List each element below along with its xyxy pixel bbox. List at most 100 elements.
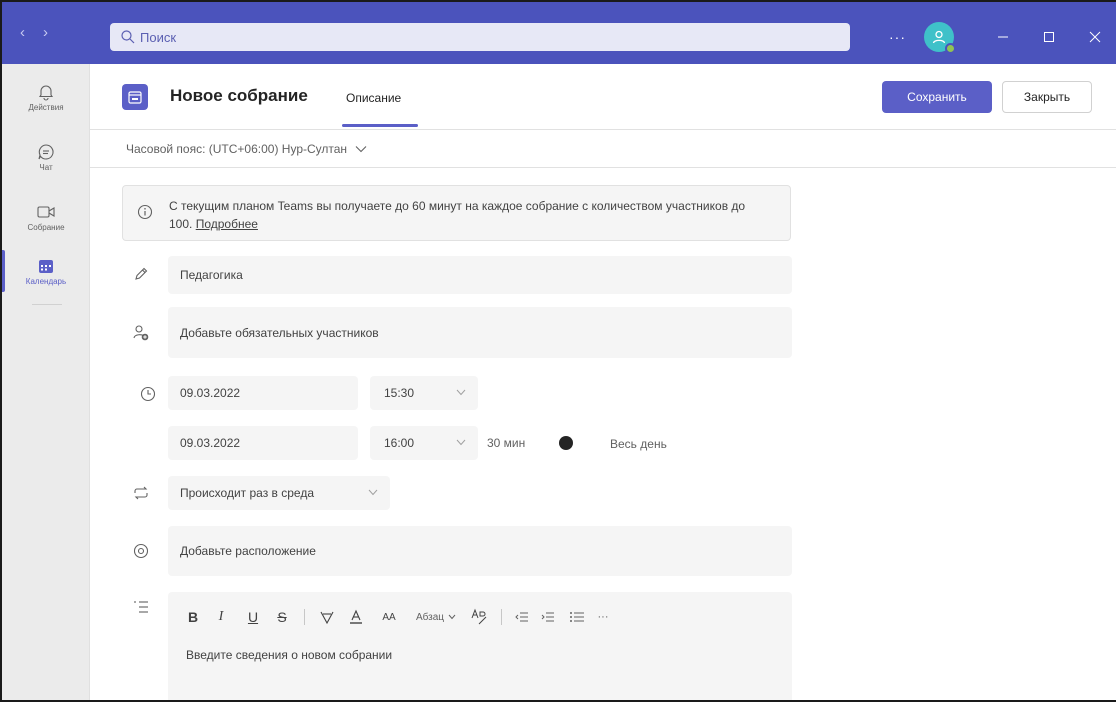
pencil-icon — [132, 265, 150, 283]
video-icon — [37, 205, 55, 218]
location-input[interactable]: Добавьте расположение — [168, 526, 792, 576]
start-time-value: 15:30 — [384, 386, 415, 400]
minimize-button[interactable] — [980, 17, 1026, 57]
forward-icon[interactable]: › — [43, 24, 48, 41]
start-time-dropdown[interactable]: 15:30 — [370, 376, 478, 410]
avatar[interactable] — [924, 22, 956, 54]
close-icon — [1089, 31, 1101, 43]
clear-format-icon — [471, 608, 487, 625]
plan-info-banner: С текущим планом Teams вы получаете до 6… — [122, 185, 791, 241]
paragraph-dropdown[interactable]: Абзац — [407, 606, 465, 628]
attendees-input[interactable]: Добавьте обязательных участников — [168, 307, 792, 358]
back-icon[interactable]: ‹ — [20, 24, 25, 41]
calendar-badge-icon — [122, 84, 148, 110]
all-day-toggle[interactable] — [556, 433, 598, 453]
title-bar-right: ··· — [889, 17, 1116, 57]
app-rail: Действия Чат Собрание Календарь — [2, 64, 90, 700]
attendees-placeholder: Добавьте обязательных участников — [180, 325, 379, 340]
start-date-input[interactable]: 09.03.2022 — [168, 376, 358, 410]
decrease-indent-button[interactable] — [510, 606, 534, 628]
chevron-down-icon — [448, 614, 456, 620]
editor-toolbar: B I U S AA Абзац ··· — [182, 606, 614, 628]
font-color-button[interactable] — [341, 606, 371, 628]
learn-more-link[interactable]: Подробнее — [196, 217, 258, 231]
clear-format-button[interactable] — [465, 606, 493, 628]
chat-icon — [38, 143, 54, 160]
font-size-button[interactable]: AA — [371, 606, 407, 628]
rail-label: Чат — [39, 162, 53, 172]
rail-item-activity[interactable]: Действия — [2, 68, 90, 126]
details-editor[interactable]: B I U S AA Абзац ··· Введите сведения о … — [168, 592, 792, 700]
info-icon — [137, 204, 153, 220]
timezone-dropdown[interactable]: Часовой пояс: (UTC+06:00) Нур-Султан — [126, 142, 367, 156]
presence-badge — [945, 43, 956, 54]
chevron-down-icon — [355, 146, 367, 153]
person-icon — [932, 30, 946, 44]
increase-indent-button[interactable] — [534, 606, 562, 628]
end-date-input[interactable]: 09.03.2022 — [168, 426, 358, 460]
maximize-button[interactable] — [1026, 17, 1072, 57]
outdent-icon — [515, 612, 528, 622]
italic-button[interactable]: I — [204, 606, 238, 628]
history-nav: ‹ › — [20, 24, 48, 41]
all-day-label: Весь день — [610, 437, 667, 451]
chevron-down-icon — [456, 389, 466, 396]
indent-icon — [541, 612, 554, 622]
timezone-row: Часовой пояс: (UTC+06:00) Нур-Султан — [90, 130, 1116, 168]
start-date-value: 09.03.2022 — [180, 386, 241, 400]
location-icon — [132, 542, 150, 560]
search-placeholder: Поиск — [140, 29, 177, 45]
rail-label: Действия — [28, 102, 64, 112]
close-button[interactable]: Закрыть — [1002, 81, 1092, 113]
repeat-icon — [132, 484, 150, 502]
highlight-button[interactable] — [313, 606, 341, 628]
chevron-down-icon — [368, 489, 378, 496]
bullet-list-icon — [570, 612, 584, 622]
meeting-title-value: Педагогика — [180, 268, 243, 282]
meeting-title-input[interactable]: Педагогика — [168, 256, 792, 294]
more-format-button[interactable]: ··· — [592, 606, 614, 628]
banner-text: С текущим планом Teams вы получаете до 6… — [169, 197, 769, 233]
app-window: ‹ › Поиск ··· Действия Чат Собрание Кале… — [0, 0, 1116, 702]
add-person-icon — [132, 324, 150, 342]
active-tab-indicator — [342, 124, 418, 127]
details-list-icon — [132, 598, 150, 616]
maximize-icon — [1044, 32, 1054, 42]
close-window-button[interactable] — [1072, 17, 1116, 57]
end-time-value: 16:00 — [384, 436, 415, 450]
timezone-label: Часовой пояс: (UTC+06:00) Нур-Султан — [126, 142, 348, 156]
minimize-icon — [998, 36, 1008, 38]
end-time-dropdown[interactable]: 16:00 — [370, 426, 478, 460]
paragraph-label: Абзац — [415, 611, 445, 623]
strikethrough-button[interactable]: S — [268, 606, 296, 628]
more-options-button[interactable]: ··· — [889, 29, 906, 45]
toolbar-divider — [501, 609, 502, 625]
details-placeholder: Введите сведения о новом собрании — [186, 648, 393, 662]
recurrence-dropdown[interactable]: Происходит раз в среда — [168, 476, 390, 510]
end-date-value: 09.03.2022 — [180, 436, 241, 450]
clock-icon — [139, 385, 157, 403]
rail-item-meeting[interactable]: Собрание — [2, 188, 90, 246]
chevron-down-icon — [456, 439, 466, 446]
toolbar-divider — [304, 609, 305, 625]
bell-icon — [38, 85, 54, 101]
location-placeholder: Добавьте расположение — [180, 544, 316, 558]
title-bar: ‹ › Поиск ··· — [2, 2, 1116, 64]
calendar-icon — [39, 259, 53, 273]
search-input[interactable]: Поиск — [110, 23, 850, 51]
bullet-list-button[interactable] — [562, 606, 592, 628]
highlight-icon — [320, 611, 334, 625]
tab-description[interactable]: Описание — [346, 91, 401, 105]
bold-button[interactable]: B — [182, 606, 204, 628]
save-button[interactable]: Сохранить — [882, 81, 992, 113]
toggle-knob — [559, 436, 573, 450]
font-color-icon — [350, 609, 362, 624]
rail-divider — [32, 304, 62, 305]
underline-button[interactable]: U — [238, 606, 268, 628]
page-title: Новое собрание — [170, 86, 308, 105]
meeting-header: Новое собрание Описание Сохранить Закрыт… — [90, 64, 1116, 130]
rail-label: Календарь — [25, 276, 67, 286]
rail-item-chat[interactable]: Чат — [2, 128, 90, 186]
rail-label: Собрание — [27, 222, 65, 232]
rail-item-calendar[interactable]: Календарь — [2, 242, 90, 300]
